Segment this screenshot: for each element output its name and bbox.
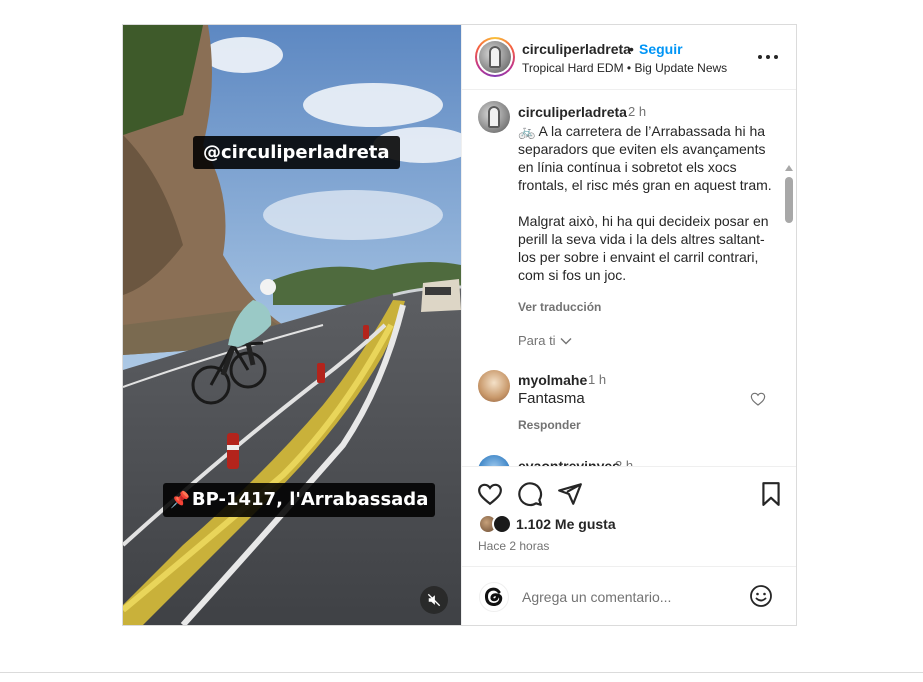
caption-text: 🚲 A la carretera de l’Arrabassada hi ha … <box>518 122 773 284</box>
caption-paragraph-2: Malgrat això, hi ha qui decideix posar e… <box>518 213 769 283</box>
comment-input[interactable] <box>522 585 742 609</box>
reply-button[interactable]: Responder <box>518 418 581 432</box>
caption-author-avatar[interactable] <box>478 101 510 133</box>
page-divider <box>0 672 923 673</box>
comments-list[interactable]: circuliperladreta 2 h 🚲 A la carretera d… <box>462 91 796 466</box>
post-side-panel: circuliperladreta • Seguir Tropical Hard… <box>461 25 796 625</box>
smiley-icon[interactable] <box>749 584 773 608</box>
video-handle-overlay: @circuliperladreta <box>193 136 400 169</box>
more-options-button[interactable] <box>758 49 778 65</box>
comments-scrollbar-thumb[interactable] <box>785 177 793 223</box>
comment-avatar[interactable] <box>478 370 510 402</box>
comment-like-heart-icon[interactable] <box>750 391 766 407</box>
post-actions: 1.102 Me gusta Hace 2 horas <box>462 466 796 566</box>
scroll-up-arrow-icon[interactable] <box>784 163 794 173</box>
page: @circuliperladreta 📌 BP-1417, l'Arrabassa… <box>0 0 923 682</box>
likers-avatars[interactable] <box>478 514 516 534</box>
comment-icon[interactable] <box>517 481 543 507</box>
comment-timestamp[interactable]: 1 h <box>588 372 606 387</box>
author-avatar[interactable] <box>475 37 515 77</box>
video-location-text: BP-1417, l'Arrabassada <box>191 489 429 510</box>
caption-paragraph-1: A la carretera de l’Arrabassada hi ha se… <box>518 123 772 193</box>
more-horizontal-icon <box>758 55 762 59</box>
likes-count[interactable]: 1.102 Me gusta <box>516 516 616 532</box>
heart-icon[interactable] <box>477 481 503 507</box>
viewer-avatar <box>479 582 509 612</box>
comment-username[interactable]: evaontrevinyes <box>518 458 620 466</box>
author-username[interactable]: circuliperladreta <box>522 41 631 57</box>
see-translation-link[interactable]: Ver traducción <box>518 300 601 314</box>
post-video[interactable]: @circuliperladreta 📌 BP-1417, l'Arrabassa… <box>123 25 461 625</box>
share-icon[interactable] <box>557 481 583 507</box>
separator-dot: • <box>629 41 634 57</box>
audio-track-link[interactable]: Tropical Hard EDM • Big Update News <box>522 61 727 75</box>
video-location-overlay: 📌 BP-1417, l'Arrabassada <box>163 483 436 517</box>
video-frame <box>123 25 461 625</box>
comment-avatar[interactable] <box>478 455 510 466</box>
liker-avatar <box>492 514 512 534</box>
caption-timestamp[interactable]: 2 h <box>628 104 646 119</box>
comment-username[interactable]: myolmahe <box>518 372 587 388</box>
comment-timestamp[interactable]: 2 h <box>615 458 633 466</box>
post-timestamp[interactable]: Hace 2 horas <box>478 539 549 553</box>
follow-button[interactable]: Seguir <box>639 41 683 57</box>
chevron-down-icon <box>560 337 572 344</box>
comment-composer <box>462 566 796 625</box>
bookmark-icon[interactable] <box>758 481 784 507</box>
caption-username[interactable]: circuliperladreta <box>518 104 627 120</box>
mute-button[interactable] <box>420 586 448 614</box>
post-header: circuliperladreta • Seguir Tropical Hard… <box>462 25 796 90</box>
for-you-dropdown[interactable]: Para ti <box>518 333 572 348</box>
speaker-muted-icon <box>427 593 441 607</box>
threads-logo-icon <box>484 587 503 607</box>
bicycle-emoji: 🚲 <box>518 123 536 139</box>
for-you-label: Para ti <box>518 333 556 348</box>
comment-text: Fantasma <box>518 390 585 407</box>
post-modal: @circuliperladreta 📌 BP-1417, l'Arrabassa… <box>122 24 797 626</box>
pin-icon: 📌 <box>170 490 190 509</box>
